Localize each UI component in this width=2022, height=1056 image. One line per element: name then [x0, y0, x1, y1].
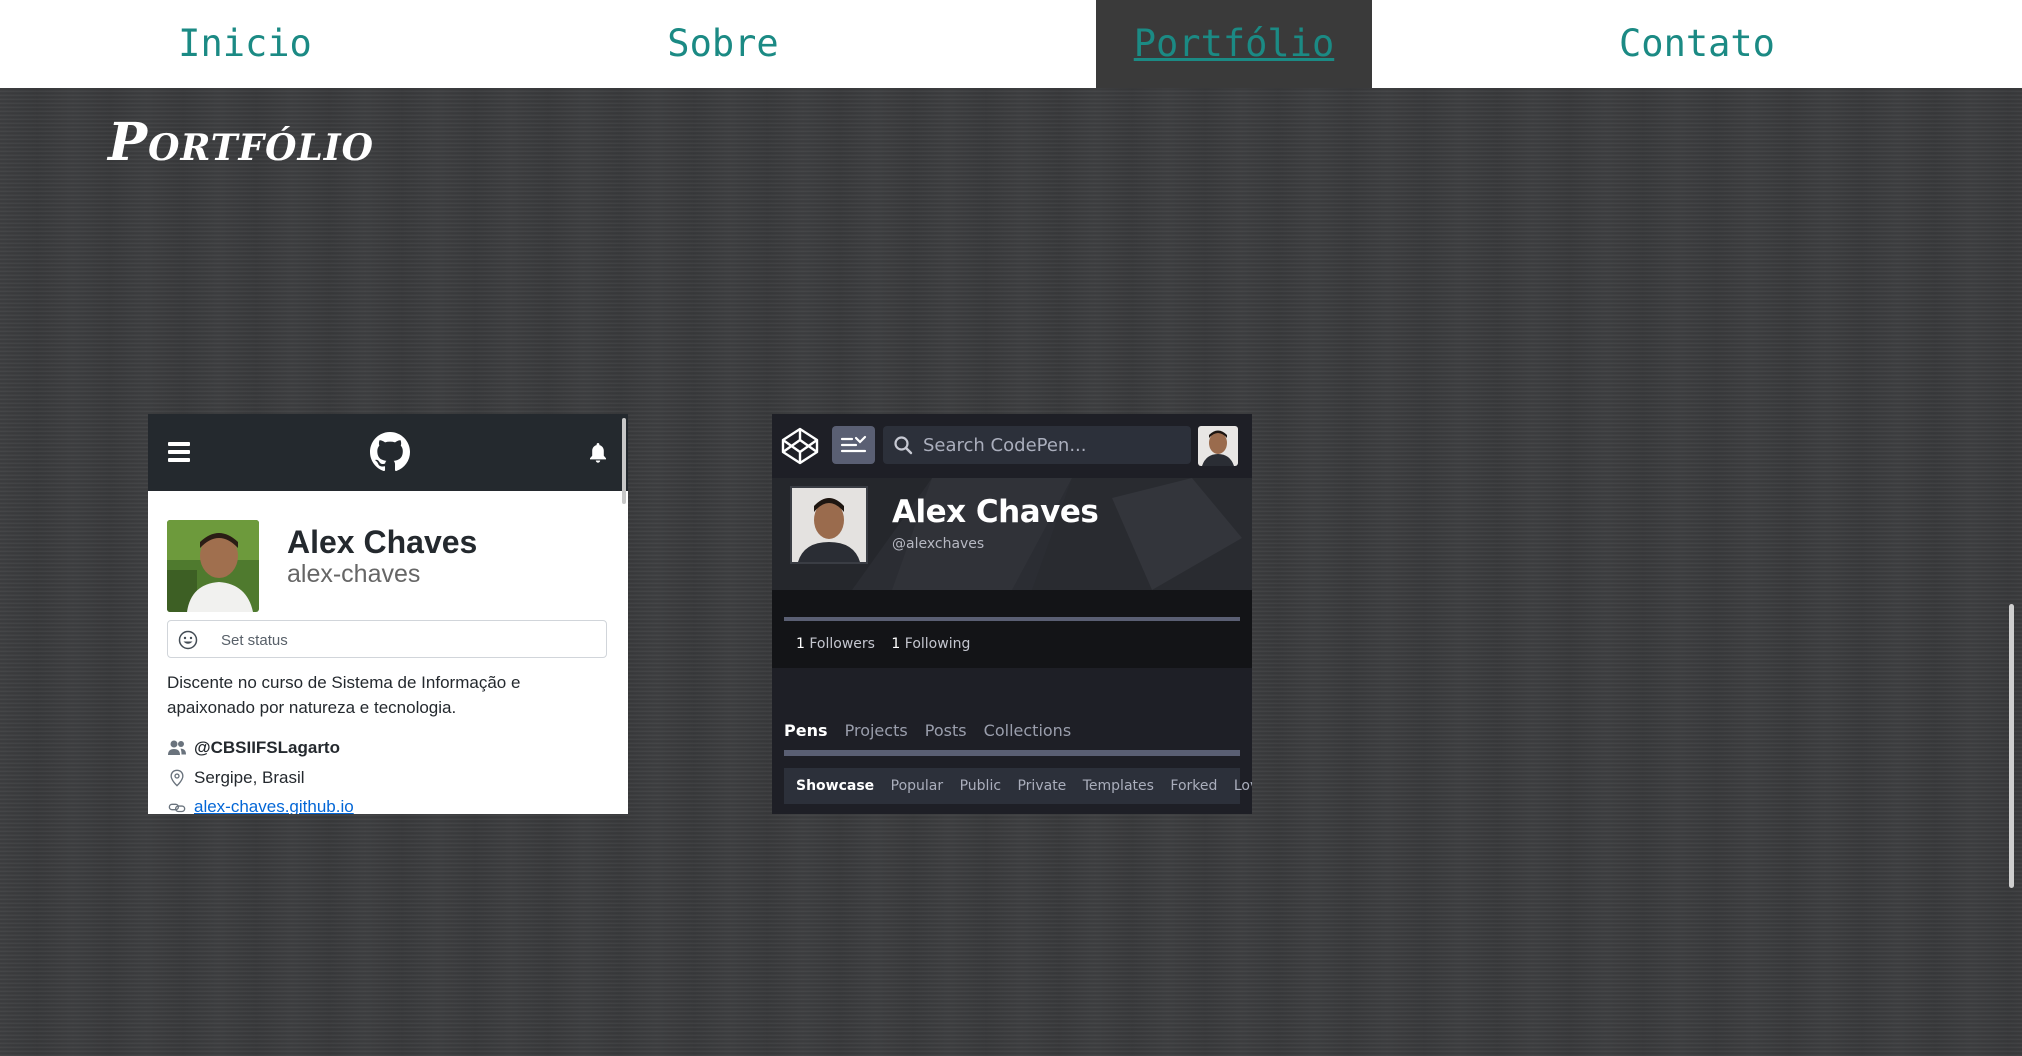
website-link[interactable]: alex-chaves.github.io — [194, 797, 354, 814]
nav-link-contato[interactable]: Contato — [1372, 0, 2022, 88]
location-pin-icon — [170, 769, 184, 787]
github-username: alex-chaves — [287, 560, 421, 588]
avatar — [790, 486, 868, 564]
pens-filter-bar: Showcase Popular Public Private Template… — [784, 768, 1252, 804]
follow-stats: 1 Followers 1 Following — [796, 636, 982, 652]
following-label: Following — [904, 636, 971, 652]
codepen-display-name: Alex Chaves — [892, 494, 1099, 530]
subtab-public[interactable]: Public — [960, 778, 1001, 794]
tab-collections[interactable]: Collections — [984, 721, 1071, 740]
top-nav: Inicio Sobre Portfólio Contato — [0, 0, 2022, 88]
menu-toggle-button[interactable] — [832, 426, 875, 464]
smiley-icon — [178, 630, 198, 650]
card-scrollbar[interactable] — [622, 418, 626, 504]
github-profile-card[interactable]: Alex Chaves alex-chaves Set status Disce… — [148, 414, 628, 814]
codepen-profile-card[interactable]: Alex Chaves @alexchaves 1 Followers 1 Fo… — [772, 414, 1252, 814]
subtab-private[interactable]: Private — [1017, 778, 1066, 794]
subtab-templates[interactable]: Templates — [1083, 778, 1154, 794]
menu-toggle-icon — [840, 435, 867, 453]
nav-link-sobre[interactable]: Sobre — [490, 0, 956, 88]
org-label: @CBSIIFSLagarto — [194, 738, 340, 757]
location-label: Sergipe, Brasil — [194, 768, 305, 787]
github-logo-icon[interactable] — [370, 432, 410, 472]
github-bio: Discente no curso de Sistema de Informaç… — [167, 673, 521, 717]
codepen-logo-icon[interactable] — [780, 426, 820, 466]
tabs-underline — [784, 750, 1240, 756]
github-header-bar — [148, 414, 628, 504]
search-icon — [894, 436, 913, 455]
subtab-showcase[interactable]: Showcase — [796, 778, 874, 794]
codepen-header-bar — [772, 414, 1252, 478]
codepen-username: @alexchaves — [892, 536, 985, 552]
bell-icon[interactable] — [588, 442, 608, 464]
avatar — [167, 520, 259, 612]
hamburger-menu-icon[interactable] — [168, 442, 190, 462]
profile-hero: Alex Chaves @alexchaves — [772, 478, 1252, 590]
search-input[interactable] — [923, 426, 1183, 464]
subtab-popular[interactable]: Popular — [891, 778, 944, 794]
github-display-name: Alex Chaves — [287, 524, 478, 560]
followers-link[interactable]: 1 Followers — [796, 636, 875, 652]
following-link[interactable]: 1 Following — [891, 636, 970, 652]
set-status-button[interactable]: Set status — [167, 620, 607, 658]
followers-label: Followers — [809, 636, 875, 652]
content-tabs: Pens Projects Posts Collections — [784, 721, 1083, 740]
following-count: 1 — [891, 636, 901, 652]
subtab-forked[interactable]: Forked — [1170, 778, 1217, 794]
subtab-loved[interactable]: Loved — [1234, 778, 1252, 794]
user-avatar-button[interactable] — [1198, 426, 1238, 466]
page-scrollbar[interactable] — [2009, 604, 2014, 888]
page-title: Portfólio — [108, 112, 374, 173]
nav-link-portfolio[interactable]: Portfólio — [1096, 0, 1372, 88]
nav-link-inicio[interactable]: Inicio — [0, 0, 490, 88]
set-status-label: Set status — [221, 632, 288, 649]
people-icon — [168, 740, 186, 755]
tab-posts[interactable]: Posts — [925, 721, 967, 740]
tab-pens[interactable]: Pens — [784, 721, 828, 740]
tab-projects[interactable]: Projects — [845, 721, 908, 740]
divider — [784, 617, 1240, 621]
link-icon — [168, 803, 186, 813]
search-box — [883, 426, 1191, 464]
followers-count: 1 — [796, 636, 805, 652]
